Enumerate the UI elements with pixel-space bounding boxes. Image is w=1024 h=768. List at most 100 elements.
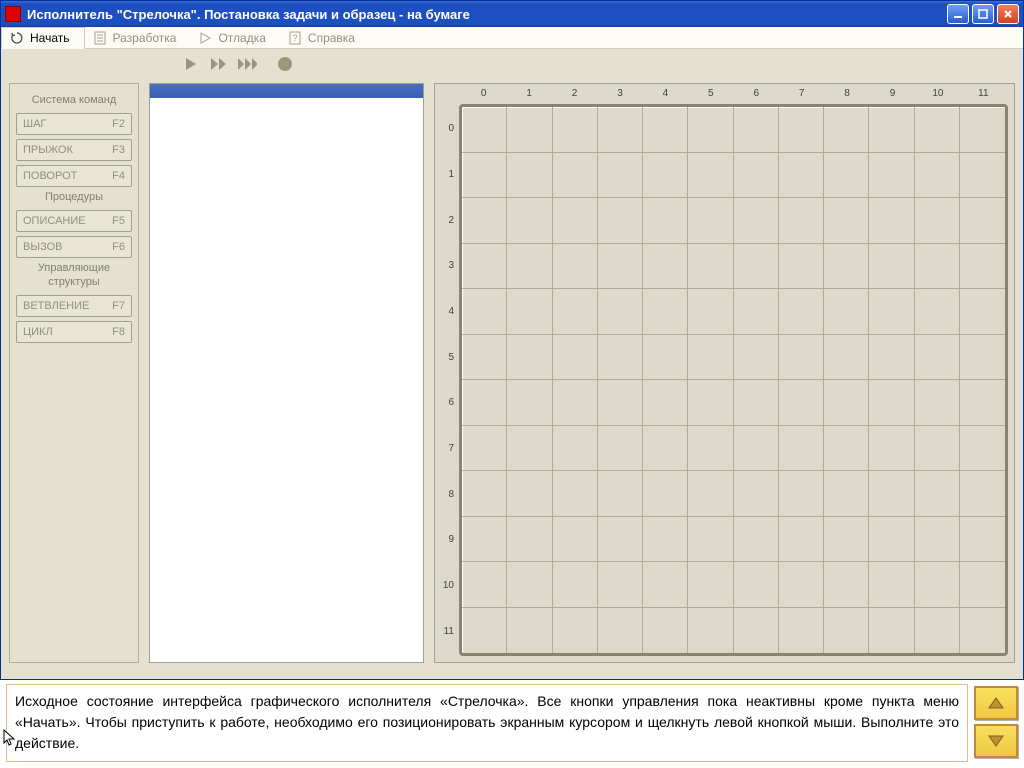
code-editor[interactable] xyxy=(149,83,424,663)
menu-debug-label: Отладка xyxy=(218,31,265,45)
menu-start[interactable]: Начать xyxy=(1,27,85,49)
grid-cell xyxy=(960,153,1005,199)
footer: Исходное состояние интерфейса графическо… xyxy=(0,680,1024,766)
grid-cell xyxy=(734,471,779,517)
grid-cell xyxy=(734,335,779,381)
grid-cell xyxy=(824,107,869,153)
grid-cell xyxy=(598,289,643,335)
row-labels: 01234567891011 xyxy=(439,106,457,654)
cmd-jump: ПРЫЖОКF3 xyxy=(16,139,132,161)
app-icon xyxy=(5,6,21,22)
grid-cell xyxy=(688,107,733,153)
cmd-description: ОПИСАНИЕF5 xyxy=(16,210,132,232)
grid-cell xyxy=(507,153,552,199)
grid-cell xyxy=(824,289,869,335)
grid-cell xyxy=(462,107,507,153)
nav-up-button[interactable] xyxy=(974,686,1018,720)
grid-cell xyxy=(598,107,643,153)
grid-cell xyxy=(915,426,960,472)
grid-cell xyxy=(507,380,552,426)
grid-cell xyxy=(688,562,733,608)
maximize-button[interactable] xyxy=(972,4,994,24)
grid-cell xyxy=(960,198,1005,244)
grid-cell xyxy=(824,153,869,199)
column-labels: 01234567891011 xyxy=(461,88,1006,102)
grid-cell xyxy=(462,562,507,608)
grid-cell xyxy=(779,380,824,426)
row-label: 0 xyxy=(439,106,457,152)
grid-cell xyxy=(960,244,1005,290)
instruction-box: Исходное состояние интерфейса графическо… xyxy=(6,684,968,762)
instruction-text: Исходное состояние интерфейса графическо… xyxy=(15,693,959,751)
grid-cell xyxy=(507,608,552,654)
grid-cell xyxy=(643,107,688,153)
panel-heading-procedures: Процедуры xyxy=(16,191,132,204)
grid-cell xyxy=(734,562,779,608)
minimize-button[interactable] xyxy=(947,4,969,24)
grid-cell xyxy=(960,426,1005,472)
grid-cell xyxy=(507,562,552,608)
grid-cell xyxy=(462,426,507,472)
col-label: 0 xyxy=(461,88,506,102)
grid-cell xyxy=(643,198,688,244)
grid-cell xyxy=(553,335,598,381)
grid-cell xyxy=(779,244,824,290)
grid-cell xyxy=(960,335,1005,381)
grid-cell xyxy=(507,198,552,244)
grid-cell xyxy=(915,380,960,426)
grid-cell xyxy=(507,107,552,153)
grid-cell xyxy=(688,335,733,381)
grid-cell xyxy=(688,289,733,335)
skip-forward-button xyxy=(237,54,257,74)
grid-cell xyxy=(734,517,779,563)
grid-cell xyxy=(462,244,507,290)
grid-cell xyxy=(960,380,1005,426)
grid-cell xyxy=(779,471,824,517)
grid-cell xyxy=(553,608,598,654)
col-label: 2 xyxy=(552,88,597,102)
menu-debug: Отладка xyxy=(190,27,279,48)
grid-cell xyxy=(734,380,779,426)
titlebar: Исполнитель "Стрелочка". Постановка зада… xyxy=(1,1,1023,27)
grid-cell xyxy=(688,153,733,199)
grid-cell xyxy=(779,107,824,153)
col-label: 8 xyxy=(824,88,869,102)
play-outline-icon xyxy=(198,31,212,45)
cursor-arrow-icon xyxy=(3,729,17,755)
grid-cell xyxy=(734,244,779,290)
grid-cell xyxy=(869,107,914,153)
help-icon: ? xyxy=(288,31,302,45)
grid-cell xyxy=(462,380,507,426)
grid-cell xyxy=(598,471,643,517)
grid-cell xyxy=(507,471,552,517)
grid-cell xyxy=(779,335,824,381)
document-icon xyxy=(93,31,107,45)
row-label: 7 xyxy=(439,426,457,472)
close-button[interactable] xyxy=(997,4,1019,24)
grid-cell xyxy=(462,608,507,654)
grid xyxy=(462,107,1005,653)
menu-develop-label: Разработка xyxy=(113,31,177,45)
grid-cell xyxy=(869,198,914,244)
grid-cell xyxy=(507,289,552,335)
col-label: 1 xyxy=(506,88,551,102)
nav-down-button[interactable] xyxy=(974,724,1018,758)
play-icon xyxy=(184,57,198,71)
menu-help: ? Справка xyxy=(280,27,369,48)
row-label: 11 xyxy=(439,608,457,654)
close-icon xyxy=(1003,9,1013,19)
grid-cell xyxy=(869,153,914,199)
grid-cell xyxy=(643,380,688,426)
grid-cell xyxy=(598,380,643,426)
grid-cell xyxy=(824,380,869,426)
grid-cell xyxy=(507,335,552,381)
grid-cell xyxy=(734,153,779,199)
menubar: Начать Разработка Отладка ? Справка xyxy=(1,27,1023,49)
grid-cell xyxy=(598,198,643,244)
grid-cell xyxy=(869,517,914,563)
grid-cell xyxy=(688,471,733,517)
grid-cell xyxy=(507,244,552,290)
grid-cell xyxy=(507,517,552,563)
grid-cell xyxy=(824,471,869,517)
grid-cell xyxy=(779,426,824,472)
